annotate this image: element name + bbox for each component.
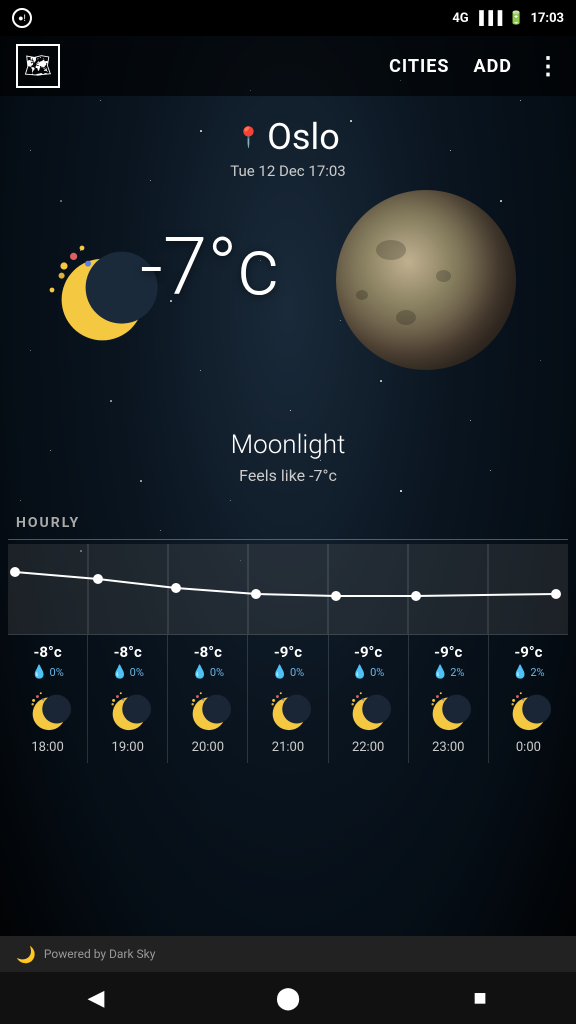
hour-col-0: -8°c 💧0% 18:00: [8, 635, 88, 763]
hour-time: 19:00: [112, 740, 144, 755]
battery-icon: 🔋: [508, 11, 524, 26]
weather-main-desc: Moonlight: [0, 430, 576, 460]
hour-temp: -8°c: [114, 643, 142, 661]
hourly-grid: -8°c 💧0% 18:00 -8°c 💧0%: [8, 634, 568, 763]
nav-actions: CITIES ADD ⋮: [389, 52, 560, 80]
hour-temp: -9°c: [514, 643, 542, 661]
hour-time: 21:00: [272, 740, 304, 755]
notification-icon: ●!: [12, 8, 32, 28]
status-left: ●!: [12, 8, 32, 28]
hour-col-3: -9°c 💧0% 21:00: [248, 635, 328, 763]
hour-time: 23:00: [432, 740, 464, 755]
hour-precip: 💧0%: [272, 665, 304, 680]
main-content: 📍 Oslo Tue 12 Dec 17:03: [0, 96, 576, 763]
hour-temp: -8°c: [194, 643, 222, 661]
time-display: 17:03: [531, 11, 565, 26]
hour-col-6: -9°c 💧2% 0:00: [489, 635, 568, 763]
city-name-row: 📍 Oslo: [0, 116, 576, 158]
hourly-section: HOURLY: [0, 515, 576, 763]
hour-time: 18:00: [31, 740, 63, 755]
hour-time: 22:00: [352, 740, 384, 755]
top-navigation: 🗺 CITIES ADD ⋮: [0, 36, 576, 96]
recents-button[interactable]: ■: [460, 978, 500, 1018]
city-date: Tue 12 Dec 17:03: [0, 162, 576, 180]
bottom-navigation: ◀ ⬤ ■: [0, 972, 576, 1024]
cities-button[interactable]: CITIES: [389, 56, 449, 77]
hour-temp: -9°c: [354, 643, 382, 661]
hour-col-1: -8°c 💧0% 19:00: [88, 635, 168, 763]
status-right: 4G ▐▐▐ 🔋 17:03: [452, 10, 564, 26]
hour-precip: 💧0%: [192, 665, 224, 680]
temperature-display: -7°c: [140, 220, 279, 314]
app-logo[interactable]: 🗺: [16, 44, 60, 88]
moon-graphic: [336, 190, 516, 370]
hour-temp: -9°c: [434, 643, 462, 661]
home-button[interactable]: ⬤: [268, 978, 308, 1018]
feels-like: Feels like -7°c: [0, 466, 576, 485]
weather-description: Moonlight Feels like -7°c: [0, 420, 576, 485]
hour-temp: -8°c: [33, 643, 61, 661]
hour-col-4: -9°c 💧0% 22:00: [329, 635, 409, 763]
hourly-chart: [8, 544, 568, 634]
hour-precip: 💧0%: [111, 665, 143, 680]
location-pin-icon: 📍: [236, 125, 261, 149]
hour-precip: 💧0%: [352, 665, 384, 680]
back-button[interactable]: ◀: [76, 978, 116, 1018]
signal-bars-icon: ▐▐▐: [475, 10, 503, 26]
more-menu-button[interactable]: ⋮: [536, 52, 560, 80]
status-bar: ●! 4G ▐▐▐ 🔋 17:03: [0, 0, 576, 36]
moon-temp-area: -7°c: [0, 180, 576, 420]
hour-time: 0:00: [516, 740, 541, 755]
hour-temp: -9°c: [274, 643, 302, 661]
hour-precip: 💧0%: [31, 665, 63, 680]
powered-by: Powered by Dark Sky: [44, 947, 156, 961]
city-name: Oslo: [267, 116, 340, 158]
hour-col-5: -9°c 💧2% 23:00: [409, 635, 489, 763]
add-button[interactable]: ADD: [474, 56, 513, 77]
hour-precip: 💧2%: [512, 665, 544, 680]
city-header: 📍 Oslo Tue 12 Dec 17:03: [0, 96, 576, 180]
hourly-divider: [8, 539, 568, 540]
hour-precip: 💧2%: [432, 665, 464, 680]
footer-bar: 🌙 Powered by Dark Sky: [0, 936, 576, 972]
hour-col-2: -8°c 💧0% 20:00: [168, 635, 248, 763]
hour-time: 20:00: [192, 740, 224, 755]
signal-label: 4G: [452, 11, 468, 26]
hourly-label: HOURLY: [8, 515, 568, 531]
